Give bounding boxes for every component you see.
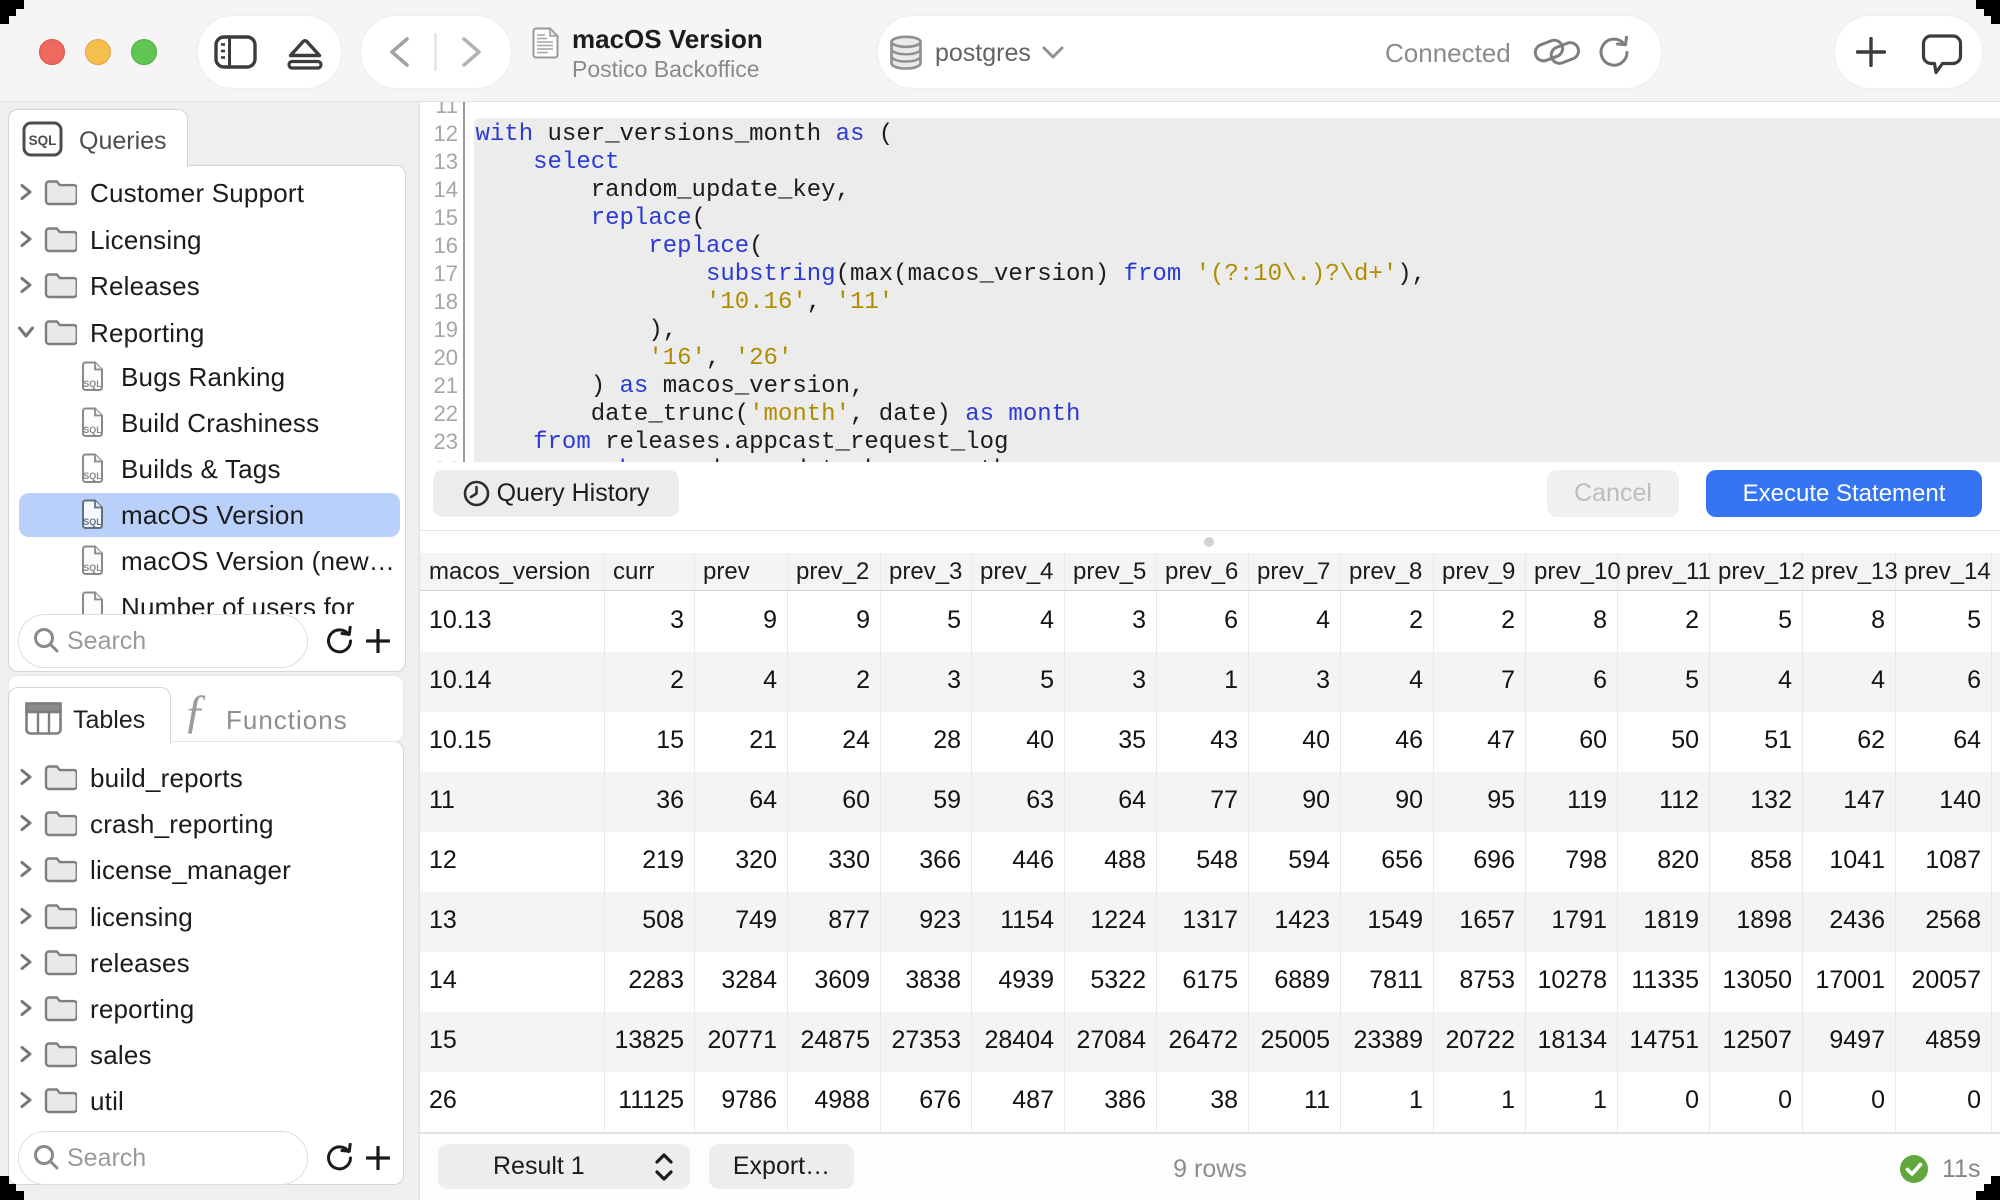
svg-text:SQL: SQL (83, 517, 102, 527)
svg-text:SQL: SQL (29, 133, 57, 148)
svg-text:SQL: SQL (83, 471, 102, 481)
svg-text:SQL: SQL (83, 379, 102, 389)
svg-text:SQL: SQL (83, 425, 102, 435)
svg-text:SQL: SQL (83, 563, 102, 573)
